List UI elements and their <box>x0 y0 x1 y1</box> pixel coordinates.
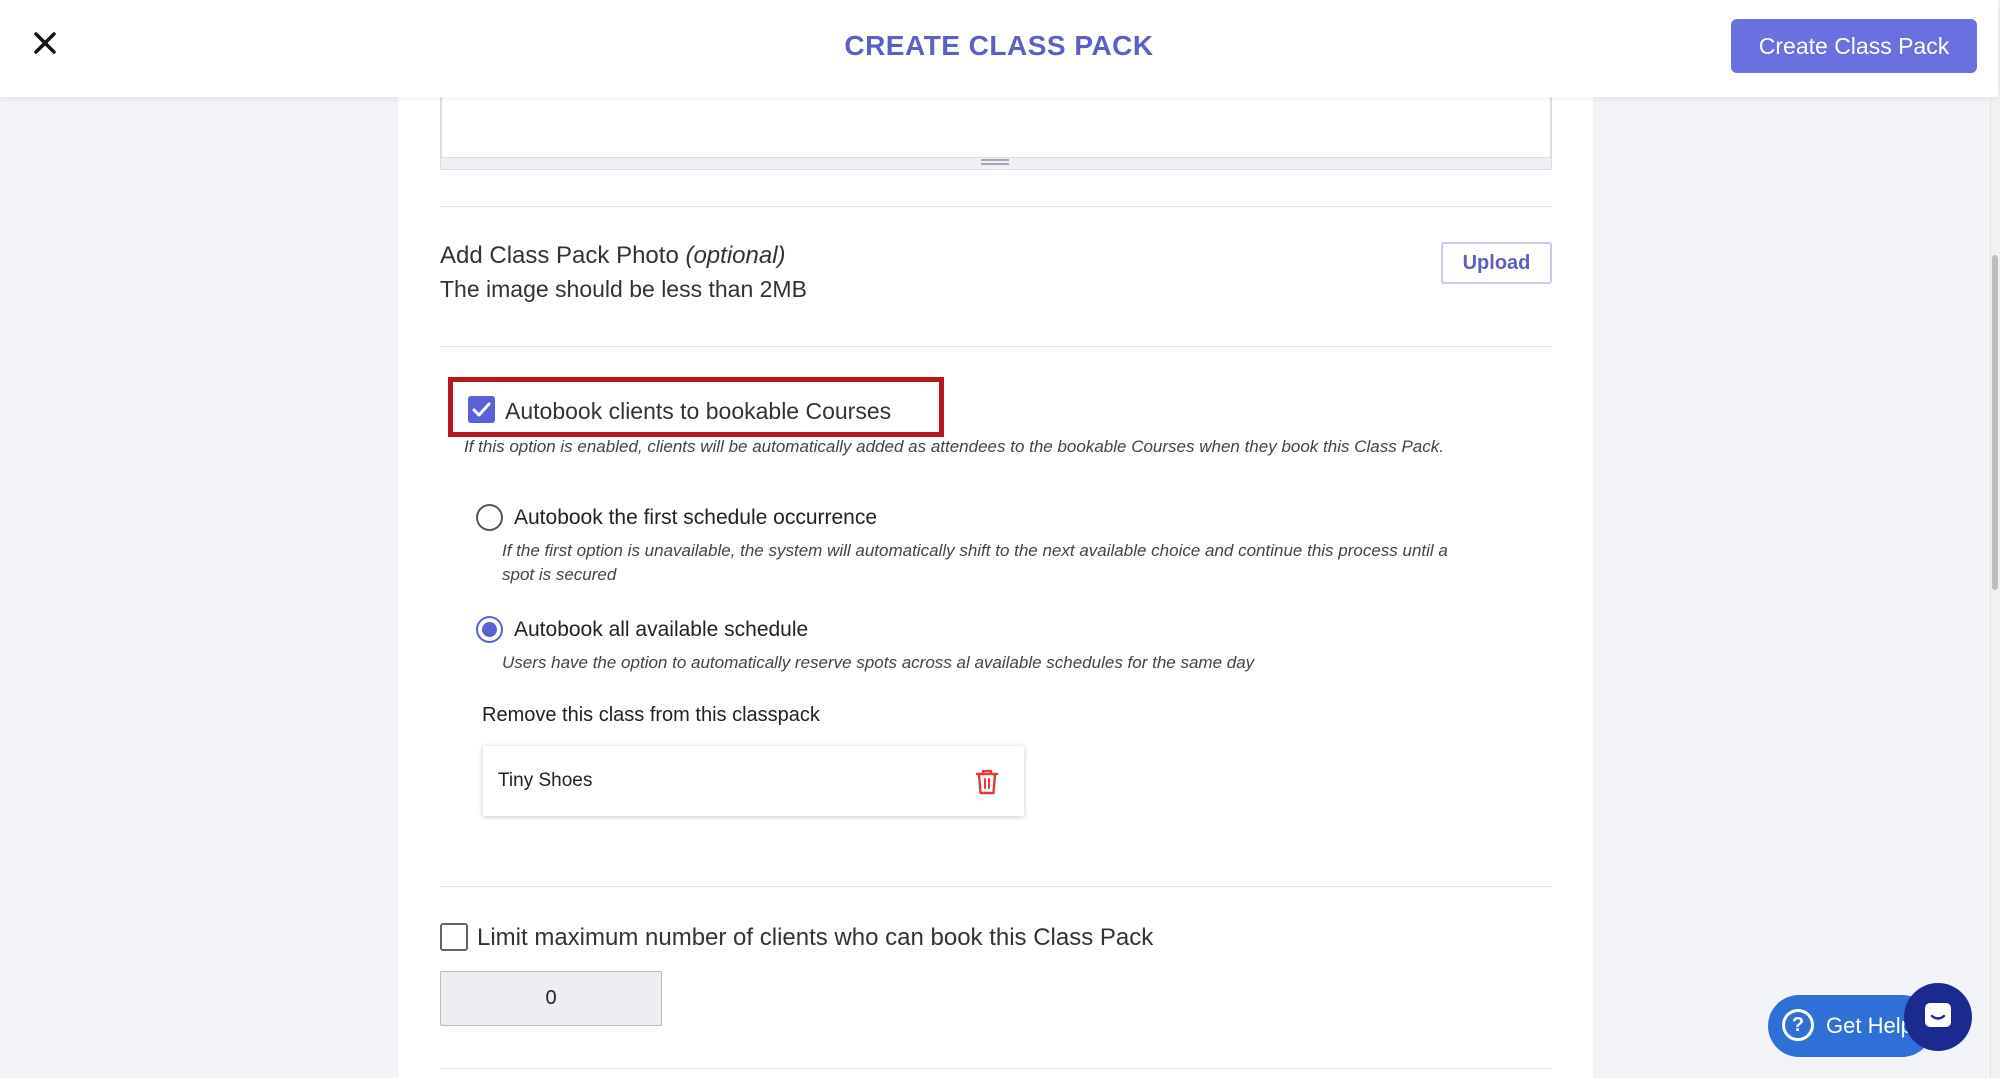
create-class-pack-button[interactable]: Create Class Pack <box>1731 19 1977 73</box>
question-icon: ? <box>1782 1009 1814 1041</box>
resize-handle-icon[interactable] <box>981 159 1009 167</box>
autobook-checkbox[interactable] <box>468 396 495 423</box>
radio-all-schedule[interactable] <box>476 616 503 643</box>
header-bar: CREATE CLASS PACK Create Class Pack <box>0 0 1998 97</box>
chat-icon[interactable] <box>1904 983 1972 1051</box>
divider <box>440 346 1552 347</box>
photo-optional: (optional) <box>685 242 786 269</box>
autobook-note: If this option is enabled, clients will … <box>464 437 1444 456</box>
radio-first-occurrence-label: Autobook the first schedule occurrence <box>514 506 878 529</box>
radio-first-occurrence-note: If the first option is unavailable, the … <box>502 539 1448 587</box>
trash-icon[interactable] <box>974 768 1000 796</box>
page-title: CREATE CLASS PACK <box>844 30 1154 61</box>
check-icon <box>472 402 491 417</box>
radio-first-occurrence[interactable] <box>476 504 503 531</box>
class-card: Tiny Shoes <box>483 746 1024 816</box>
get-help-label: Get Help <box>1826 1013 1913 1038</box>
limit-checkbox[interactable] <box>440 923 468 951</box>
limit-number-input[interactable] <box>440 971 662 1026</box>
class-name: Tiny Shoes <box>498 770 593 791</box>
autobook-label: Autobook clients to bookable Courses <box>505 398 892 424</box>
photo-title: Add Class Pack Photo (optional) <box>440 242 786 270</box>
radio-all-schedule-note: Users have the option to automatically r… <box>502 653 1255 672</box>
photo-title-label: Add Class Pack Photo <box>440 242 679 269</box>
remove-class-title: Remove this class from this classpack <box>482 704 820 726</box>
divider <box>440 886 1552 887</box>
radio-first-occurrence-note-line2: spot is secured <box>502 565 617 584</box>
divider <box>440 1068 1552 1069</box>
divider <box>440 206 1552 207</box>
photo-subtitle: The image should be less than 2MB <box>440 276 807 302</box>
radio-all-schedule-label: Autobook all available schedule <box>514 618 809 641</box>
scrollbar-thumb[interactable] <box>1992 255 1998 590</box>
radio-first-occurrence-note-line1: If the first option is unavailable, the … <box>502 541 1448 560</box>
limit-label: Limit maximum number of clients who can … <box>477 924 1154 951</box>
upload-button[interactable]: Upload <box>1441 242 1552 284</box>
